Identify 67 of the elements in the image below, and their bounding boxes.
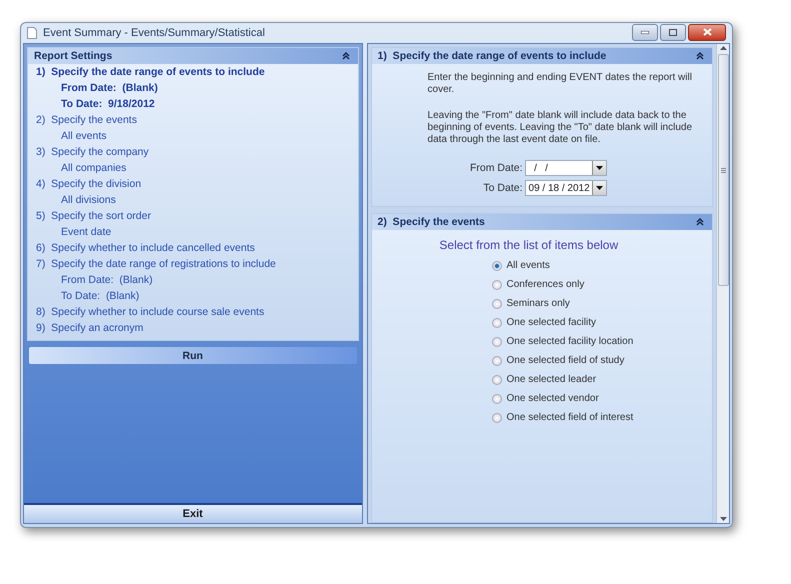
maximize-icon <box>669 28 677 36</box>
step-value: To Date: (Blank) <box>60 289 140 304</box>
run-button[interactable]: Run <box>29 347 357 364</box>
instruction-text: Leaving the "From" date blank will include data back to the beginning of events. Leaving the "To" date blank will include data through the last event date on file. <box>428 110 692 146</box>
step-value: From Date: (Blank) <box>60 81 159 96</box>
field-label: To Date: <box>483 182 523 194</box>
settings-step[interactable]: 7) Specify the date range of registrations to include <box>28 256 358 272</box>
scroll-up-icon[interactable] <box>720 44 726 52</box>
radio-button[interactable] <box>492 318 502 328</box>
prompt-text: Select from the list of items below <box>438 238 620 252</box>
radio-button[interactable] <box>492 298 502 308</box>
close-button[interactable] <box>688 24 726 40</box>
collapse-icon[interactable] <box>696 52 704 60</box>
instruction-text: Enter the beginning and ending EVENT dates the report will cover. <box>428 72 692 96</box>
step-value: All events <box>60 129 108 144</box>
section-title: 2) Specify the events <box>378 216 485 228</box>
minimize-button[interactable] <box>632 24 658 40</box>
settings-step[interactable]: 6) Specify whether to include cancelled events <box>28 240 358 256</box>
exit-button[interactable]: Exit <box>24 503 362 523</box>
close-icon <box>702 28 712 36</box>
step-value: Event date <box>60 225 112 240</box>
panel-title: Report Settings <box>34 50 112 62</box>
option-label[interactable]: Seminars only <box>506 298 570 309</box>
option-label[interactable]: Conferences only <box>506 279 584 290</box>
settings-step[interactable]: 9) Specify an acronym <box>28 320 358 336</box>
scrollbar[interactable] <box>716 44 729 523</box>
option-label[interactable]: One selected field of study <box>506 355 624 366</box>
settings-step[interactable]: 1) Specify the date range of events to include <box>28 64 358 80</box>
option-label[interactable]: One selected leader <box>506 374 596 385</box>
settings-step[interactable]: 3) Specify the company <box>28 144 358 160</box>
radio-button[interactable] <box>492 356 502 366</box>
scroll-thumb[interactable] <box>718 54 728 286</box>
step-value: All divisions <box>60 193 117 208</box>
radio-button[interactable] <box>492 412 502 422</box>
minimize-icon <box>641 30 649 34</box>
settings-step[interactable]: 2) Specify the events <box>28 112 358 128</box>
caret-icon <box>596 186 603 190</box>
option-label[interactable]: One selected facility location <box>506 336 634 347</box>
radio-button[interactable] <box>492 260 502 270</box>
option-label[interactable]: One selected field of interest <box>506 412 634 423</box>
collapse-icon[interactable] <box>696 218 704 226</box>
maximize-button[interactable] <box>660 24 686 40</box>
option-label[interactable]: One selected facility <box>506 317 596 328</box>
date-field[interactable]: / / <box>524 160 607 176</box>
settings-step[interactable]: 8) Specify whether to include course sale events <box>28 304 358 320</box>
date-field[interactable]: 09 / 18 / 2012 <box>524 180 607 196</box>
radio-button[interactable] <box>492 374 502 384</box>
dropdown-button[interactable] <box>592 181 606 195</box>
step-value: All companies <box>60 161 128 176</box>
option-label[interactable]: One selected vendor <box>506 393 599 404</box>
radio-button[interactable] <box>492 336 502 346</box>
section-title: 1) Specify the date range of events to include <box>378 50 606 62</box>
scroll-down-icon[interactable] <box>720 515 726 523</box>
grip-icon <box>720 168 726 172</box>
step-value: From Date: (Blank) <box>60 273 154 288</box>
caret-icon <box>596 166 603 170</box>
step-value: To Date: 9/18/2012 <box>60 97 156 112</box>
settings-step[interactable]: 4) Specify the division <box>28 176 358 192</box>
collapse-icon[interactable] <box>342 52 350 60</box>
field-label: From Date: <box>470 162 523 174</box>
document-icon <box>27 27 37 39</box>
window-title: Event Summary - Events/Summary/Statistical <box>43 27 266 39</box>
dropdown-button[interactable] <box>592 161 606 175</box>
settings-step[interactable]: 5) Specify the sort order <box>28 208 358 224</box>
radio-button[interactable] <box>492 280 502 290</box>
option-label[interactable]: All events <box>506 260 550 271</box>
radio-button[interactable] <box>492 394 502 404</box>
